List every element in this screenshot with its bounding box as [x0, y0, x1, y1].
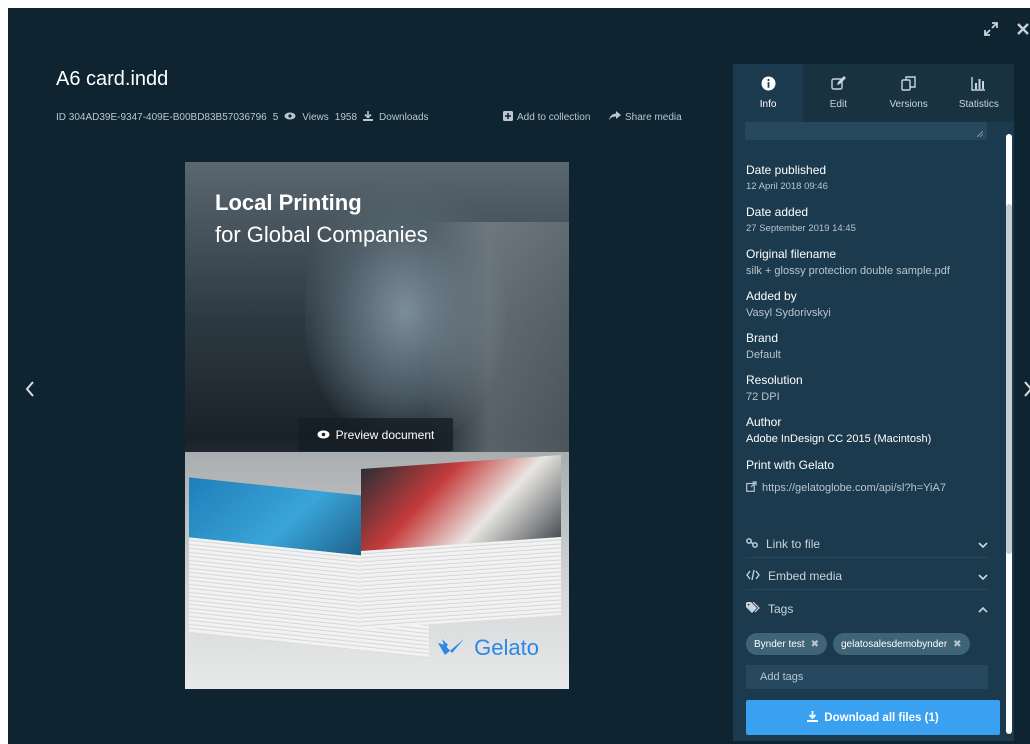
field-original-filename: Original filename silk + glossy protecti… — [746, 247, 950, 277]
download-icon — [363, 111, 374, 123]
views-label: Views — [302, 111, 329, 123]
asset-meta: ID 304AD39E-9347-409E-B00BD83B57036796 5… — [56, 111, 429, 123]
tag-chips: Bynder test ✖ gelatosalesdemobynder ✖ — [746, 633, 970, 655]
field-date-published: Date published 12 April 2018 09:46 — [746, 163, 828, 192]
tag-label: Bynder test — [754, 638, 805, 650]
field-value: Default — [746, 349, 781, 361]
magazine-stack-right — [361, 455, 561, 629]
edit-pencil-icon — [831, 76, 846, 94]
media-viewer: A6 card.indd ID 304AD39E-9347-409E-B00BD… — [8, 8, 1030, 744]
tab-edit-label: Edit — [829, 99, 847, 110]
field-value: Adobe InDesign CC 2015 (Macintosh) — [746, 433, 932, 445]
remove-tag-icon[interactable]: ✖ — [953, 639, 961, 650]
preview-document-label: Preview document — [335, 427, 435, 442]
info-circle-icon — [761, 76, 776, 94]
field-date-added: Date added 27 September 2019 14:45 — [746, 205, 856, 234]
scrollbar-thumb[interactable] — [1006, 204, 1012, 554]
next-arrow-icon[interactable] — [1023, 378, 1030, 404]
resize-handle-icon — [977, 131, 983, 137]
download-all-files-label: Download all files (1) — [824, 711, 939, 724]
panel-tabs: Info Edit Versions Statistics — [733, 64, 1014, 122]
chevron-down-icon — [978, 569, 988, 583]
tab-statistics-label: Statistics — [958, 99, 999, 110]
section-embed-media[interactable]: Embed media — [746, 563, 988, 590]
asset-preview-image: Local Printing for Global Companies Gela… — [185, 162, 569, 689]
close-icon[interactable] — [1016, 22, 1030, 41]
field-label: Brand — [746, 331, 779, 345]
chevron-down-icon — [978, 537, 988, 551]
preview-document-button[interactable]: Preview document — [298, 418, 453, 451]
field-value: 12 April 2018 09:46 — [746, 181, 828, 192]
tab-versions[interactable]: Versions — [874, 64, 944, 122]
bar-chart-icon — [971, 76, 986, 94]
print-link[interactable]: https://gelatoglobe.com/api/sl?h=YiA7 — [746, 481, 946, 495]
field-label: Original filename — [746, 247, 837, 261]
tag-label: gelatosalesdemobynder — [840, 638, 948, 650]
field-label: Added by — [746, 289, 797, 303]
field-label: Resolution — [746, 373, 803, 387]
section-link-to-file[interactable]: Link to file — [746, 531, 988, 558]
eye-icon — [317, 428, 330, 442]
add-to-collection-button[interactable]: Add to collection — [503, 111, 590, 124]
tag-chip[interactable]: Bynder test ✖ — [746, 633, 827, 655]
section-label: Tags — [768, 602, 794, 616]
panel-scrollbar[interactable] — [1006, 134, 1012, 734]
download-icon — [807, 710, 819, 725]
field-print-with-gelato: Print with Gelato https://gelatoglobe.co… — [746, 458, 946, 495]
download-all-files-button[interactable]: Download all files (1) — [746, 700, 1000, 735]
share-media-button[interactable]: Share media — [609, 111, 682, 124]
section-label: Link to file — [766, 537, 821, 551]
field-label: Date published — [746, 163, 827, 177]
print-link-url: https://gelatoglobe.com/api/sl?h=YiA7 — [762, 482, 946, 494]
plus-square-icon — [503, 111, 513, 124]
downloads-label: Downloads — [379, 111, 429, 123]
gelato-logo-icon — [438, 639, 465, 655]
field-value: silk + glossy protection double sample.p… — [746, 265, 950, 277]
share-media-label: Share media — [625, 112, 682, 123]
link-icon — [746, 537, 758, 551]
add-tags-input[interactable] — [746, 665, 988, 689]
field-author: Author Adobe InDesign CC 2015 (Macintosh… — [746, 415, 931, 445]
add-to-collection-label: Add to collection — [517, 112, 591, 123]
chevron-up-icon — [978, 602, 988, 616]
preview-subline: for Global Companies — [215, 222, 428, 247]
previous-arrow-icon[interactable] — [25, 378, 35, 404]
downloads-count: 1958 — [334, 111, 358, 123]
tab-versions-label: Versions — [889, 99, 928, 110]
views-count: 5 — [272, 111, 279, 123]
asset-id: ID 304AD39E-9347-409E-B00BD83B57036796 — [56, 111, 267, 123]
asset-title: A6 card.indd — [56, 68, 169, 90]
field-label: Date added — [746, 205, 809, 219]
description-textarea[interactable] — [745, 122, 987, 140]
expand-icon[interactable] — [983, 21, 999, 42]
section-tags[interactable]: Tags — [746, 596, 988, 622]
code-icon — [746, 569, 760, 583]
field-added-by: Added by Vasyl Sydorivskyi — [746, 289, 831, 319]
field-brand: Brand Default — [746, 331, 781, 361]
gelato-brand-text: Gelato — [474, 635, 539, 660]
field-resolution: Resolution 72 DPI — [746, 373, 803, 403]
eye-icon — [284, 112, 296, 122]
tags-icon — [746, 601, 760, 616]
tab-info-label: Info — [759, 99, 777, 110]
share-arrow-icon — [609, 111, 621, 124]
section-label: Embed media — [768, 569, 843, 583]
field-value: Vasyl Sydorivskyi — [746, 307, 831, 319]
field-label: Author — [746, 415, 782, 429]
versions-copy-icon — [901, 76, 916, 94]
field-value: 27 September 2019 14:45 — [746, 223, 856, 234]
external-link-icon — [746, 481, 757, 495]
gelato-logo: Gelato — [436, 635, 539, 661]
tab-statistics[interactable]: Statistics — [944, 64, 1014, 122]
tab-edit[interactable]: Edit — [803, 64, 873, 122]
tag-chip[interactable]: gelatosalesdemobynder ✖ — [832, 633, 970, 655]
asset-info-panel: Info Edit Versions Statistics Date publi… — [733, 64, 1014, 741]
tab-info[interactable]: Info — [733, 64, 804, 122]
field-value: 72 DPI — [746, 391, 780, 403]
remove-tag-icon[interactable]: ✖ — [811, 639, 819, 650]
preview-headline: Local Printing — [215, 190, 362, 215]
field-label: Print with Gelato — [746, 458, 835, 472]
